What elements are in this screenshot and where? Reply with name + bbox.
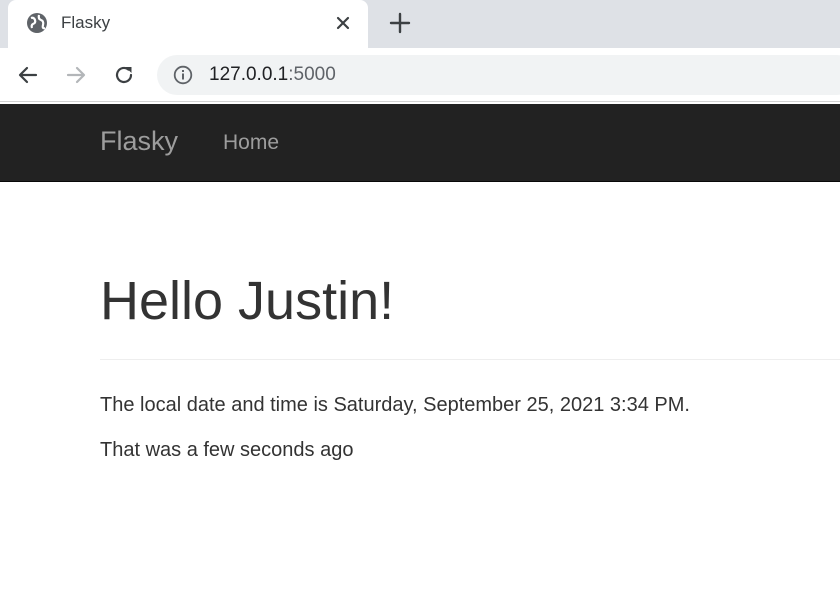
url-text[interactable]: 127.0.0.1:5000 xyxy=(209,64,336,86)
globe-icon xyxy=(26,12,48,34)
url-port: :5000 xyxy=(288,64,336,85)
local-time-text: The local date and time is Saturday, Sep… xyxy=(100,394,690,416)
browser-tab-strip: Flasky xyxy=(0,0,840,48)
close-icon[interactable] xyxy=(332,12,354,34)
forward-arrow-icon[interactable] xyxy=(61,60,91,90)
site-navbar: Flasky Home xyxy=(0,104,840,182)
relative-time-text: That was a few seconds ago xyxy=(100,439,354,461)
reload-icon[interactable] xyxy=(109,60,139,90)
info-icon[interactable] xyxy=(173,65,193,85)
url-host: 127.0.0.1 xyxy=(209,64,289,85)
browser-toolbar: 127.0.0.1:5000 xyxy=(0,48,840,102)
address-bar[interactable]: 127.0.0.1:5000 xyxy=(157,55,840,95)
page-header-divider xyxy=(100,359,840,360)
plus-icon[interactable] xyxy=(386,9,414,37)
browser-tab[interactable]: Flasky xyxy=(8,0,368,48)
tab-title: Flasky xyxy=(61,13,111,32)
page-title: Hello Justin! xyxy=(100,271,395,331)
nav-link-home[interactable]: Home xyxy=(223,131,279,155)
back-arrow-icon[interactable] xyxy=(13,60,43,90)
navbar-brand[interactable]: Flasky xyxy=(100,126,178,157)
